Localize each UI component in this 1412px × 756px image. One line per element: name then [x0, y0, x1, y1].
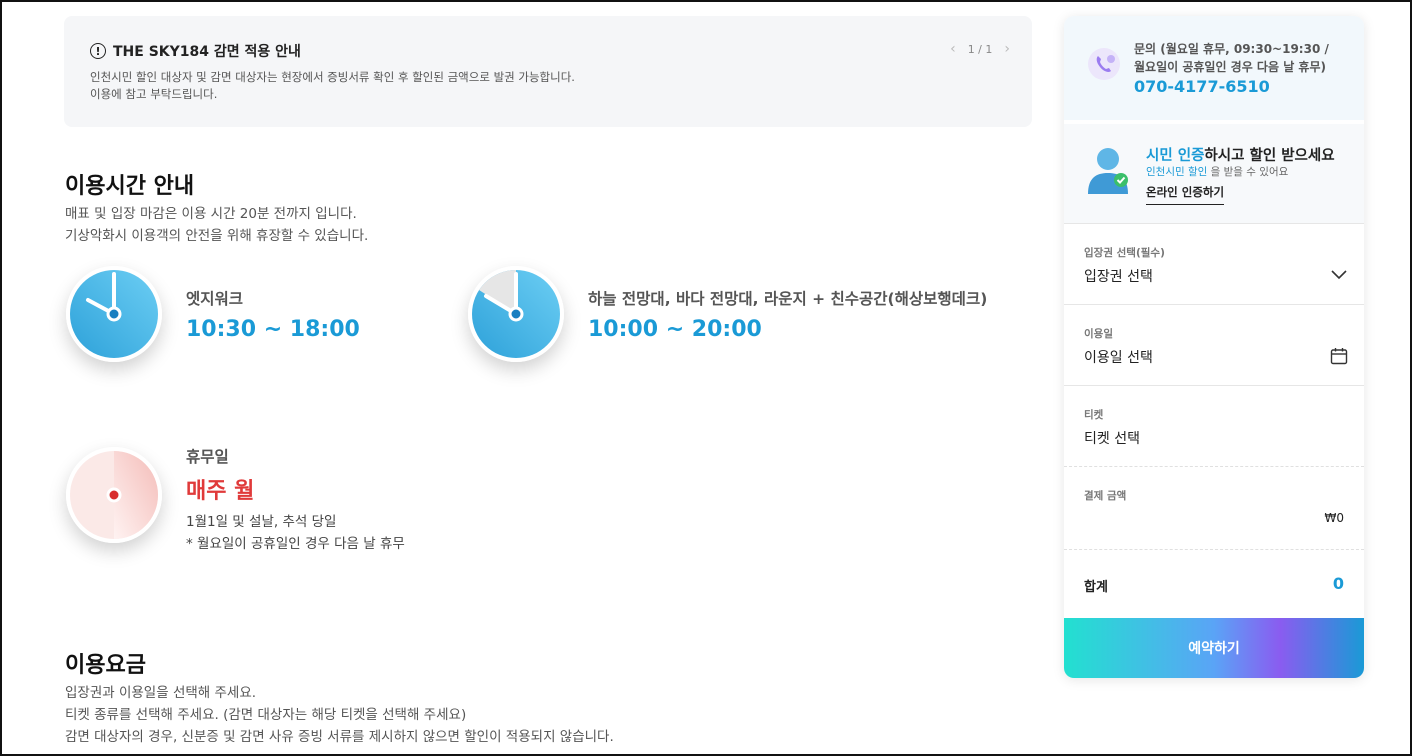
- field-label: 이용일: [1084, 328, 1113, 340]
- closed-value: 매주 월: [186, 479, 255, 504]
- clock-icon: [468, 266, 564, 362]
- hours-item-label: 하늘 전망대, 바다 전망대, 라운지 + 친수공간(해상보행데크): [588, 290, 988, 308]
- ticket-type-select[interactable]: 입장권 선택(필수) 입장권 선택: [1064, 224, 1364, 305]
- info-icon: !: [90, 43, 106, 59]
- total-label: 합계: [1084, 580, 1108, 595]
- closed-label: 휴무일: [186, 448, 229, 466]
- field-label: 입장권 선택(필수): [1084, 247, 1165, 259]
- calendar-clock-icon: [66, 447, 162, 543]
- notice-title: ! THE SKY184 감면 적용 안내: [90, 41, 301, 61]
- notice-line-2: 이용에 참고 부탁드립니다.: [90, 86, 218, 101]
- notice-banner: ! THE SKY184 감면 적용 안내 인천시민 할인 대상자 및 감면 대…: [64, 16, 1032, 127]
- fees-desc-1: 입장권과 이용일을 선택해 주세요.: [65, 685, 257, 701]
- field-label: 티켓: [1084, 409, 1104, 421]
- hours-desc-2: 기상악화시 이용객의 안전을 위해 휴장할 수 있습니다.: [65, 228, 369, 244]
- hours-item-label: 엣지워크: [186, 290, 244, 308]
- hours-item-time: 10:00 ~ 20:00: [588, 317, 762, 342]
- hours-desc-1: 매표 및 입장 마감은 이용 시간 20분 전까지 입니다.: [65, 206, 357, 222]
- cert-sub-rest: 을 받을 수 있어요: [1207, 166, 1289, 178]
- hours-closed: 휴무일 매주 월 1월1일 및 설날, 추석 당일 * 월요일이 공휴일인 경우…: [186, 445, 405, 555]
- hours-item-time: 10:30 ~ 18:00: [186, 317, 360, 342]
- cert-title-rest: 하시고 할인 받으세요: [1204, 148, 1335, 164]
- payment-value: ₩0: [1324, 511, 1345, 525]
- total-row: 합계 0: [1064, 550, 1364, 618]
- field-label: 결제 금액: [1084, 490, 1127, 502]
- clock-icon: [66, 266, 162, 362]
- pager-count: 1 / 1: [967, 42, 993, 56]
- closed-note-1: 1월1일 및 설날, 추석 당일: [186, 514, 337, 530]
- contact-line-2: 월요일이 공휴일인 경우 다음 날 휴무): [1134, 60, 1326, 74]
- notice-text: 인천시민 할인 대상자 및 감면 대상자는 현장에서 증빙서류 확인 후 할인된…: [90, 69, 730, 102]
- cert-sub-highlight: 인천시민 할인: [1146, 166, 1208, 178]
- field-value: 이용일 선택: [1084, 350, 1153, 366]
- closed-note-2: * 월요일이 공휴일인 경우 다음 날 휴무: [186, 536, 405, 552]
- contact-phone[interactable]: 070-4177-6510: [1134, 77, 1270, 96]
- closed-notes: 1월1일 및 설날, 추석 당일 * 월요일이 공휴일인 경우 다음 날 휴무: [186, 511, 405, 555]
- cert-title-highlight: 시민 인증: [1146, 148, 1205, 164]
- notice-title-text: THE SKY184 감면 적용 안내: [113, 44, 301, 60]
- date-select[interactable]: 이용일 이용일 선택: [1064, 305, 1364, 386]
- cert-subtitle: 인천시민 할인 을 받을 수 있어요: [1146, 164, 1288, 179]
- hours-item-observatory: 하늘 전망대, 바다 전망대, 라운지 + 친수공간(해상보행데크) 10:00…: [588, 287, 987, 342]
- user-icon: [1086, 144, 1132, 202]
- notice-line-1: 인천시민 할인 대상자 및 감면 대상자는 현장에서 증빙서류 확인 후 할인된…: [90, 70, 575, 84]
- fees-desc: 입장권과 이용일을 선택해 주세요. 티켓 종류를 선택해 주세요. (감면 대…: [65, 682, 614, 748]
- notice-pager: ‹ 1 / 1 ›: [950, 41, 1010, 57]
- reserve-button[interactable]: 예약하기: [1064, 618, 1364, 678]
- field-value: 티켓 선택: [1084, 431, 1140, 447]
- payment-amount: 결제 금액 ₩0: [1064, 467, 1364, 550]
- hours-desc: 매표 및 입장 마감은 이용 시간 20분 전까지 입니다. 기상악화시 이용객…: [65, 203, 368, 247]
- booking-panel: 문의 (월요일 휴무, 09:30~19:30 / 월요일이 공휴일인 경우 다…: [1064, 16, 1364, 678]
- contact-box: 문의 (월요일 휴무, 09:30~19:30 / 월요일이 공휴일인 경우 다…: [1064, 16, 1364, 120]
- calendar-icon[interactable]: [1330, 347, 1348, 369]
- total-value: 0: [1332, 574, 1344, 593]
- phone-icon: [1088, 48, 1120, 80]
- chevron-left-icon[interactable]: ‹: [950, 41, 956, 57]
- contact-line-1: 문의 (월요일 휴무, 09:30~19:30 /: [1134, 42, 1329, 56]
- hours-title: 이용시간 안내: [65, 174, 195, 199]
- fees-desc-3: 감면 대상자의 경우, 신분증 및 감면 사유 증빙 서류를 제시하지 않으면 …: [65, 729, 614, 745]
- contact-hours: 문의 (월요일 휴무, 09:30~19:30 / 월요일이 공휴일인 경우 다…: [1134, 40, 1329, 76]
- fees-desc-2: 티켓 종류를 선택해 주세요. (감면 대상자는 해당 티켓을 선택해 주세요): [65, 707, 467, 723]
- fees-title: 이용요금: [65, 653, 146, 678]
- chevron-down-icon[interactable]: [1330, 266, 1348, 288]
- citizen-cert-box: 시민 인증하시고 할인 받으세요 인천시민 할인 을 받을 수 있어요 온라인 …: [1064, 124, 1364, 224]
- online-cert-link[interactable]: 온라인 인증하기: [1146, 184, 1225, 205]
- ticket-select[interactable]: 티켓 티켓 선택: [1064, 386, 1364, 467]
- chevron-right-icon[interactable]: ›: [1004, 41, 1010, 57]
- field-value: 입장권 선택: [1084, 269, 1153, 285]
- cert-title: 시민 인증하시고 할인 받으세요: [1146, 144, 1335, 165]
- hours-item-edgewalk: 엣지워크 10:30 ~ 18:00: [186, 287, 360, 342]
